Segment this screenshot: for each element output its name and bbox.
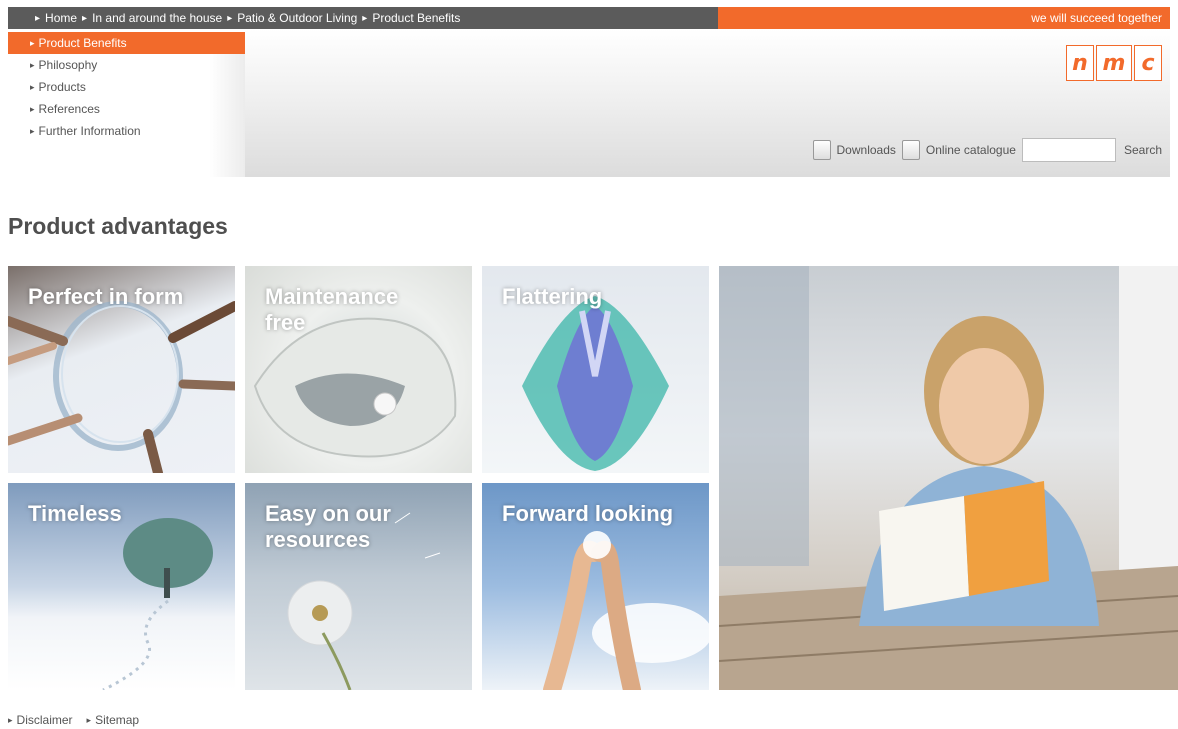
- menu-item-references[interactable]: ▸ References: [8, 98, 245, 120]
- chevron-right-icon: ▸: [30, 125, 35, 136]
- breadcrumb-home[interactable]: Home: [45, 11, 77, 25]
- tile-label: Easy on our resources: [265, 501, 391, 552]
- chevron-right-icon: ▸: [30, 37, 35, 48]
- chevron-right-icon: ▸: [362, 12, 368, 24]
- search-button[interactable]: Search: [1124, 143, 1162, 157]
- chevron-right-icon: ▸: [8, 714, 13, 725]
- slogan: we will succeed together: [718, 7, 1170, 29]
- chevron-right-icon: ▸: [86, 714, 92, 725]
- tile-easy-on-our-resources[interactable]: Easy on our resources: [245, 483, 472, 690]
- chevron-right-icon: ▸: [82, 12, 88, 24]
- breadcrumb-patio-outdoor-living[interactable]: Patio & Outdoor Living: [237, 11, 357, 25]
- tile-flattering[interactable]: Flattering: [482, 266, 709, 473]
- tile-perfect-in-form[interactable]: Perfect in form: [8, 266, 235, 473]
- header-tools: Downloads Online catalogue Search: [812, 138, 1162, 162]
- menu-item-label: Further Information: [38, 124, 141, 138]
- tile-label: Perfect in form: [28, 284, 184, 309]
- logo-letter: c: [1134, 45, 1162, 81]
- woman-reading-photo: [719, 266, 1178, 690]
- footer-link-disclaimer[interactable]: ▸ Disclaimer: [8, 713, 73, 727]
- chevron-right-icon: ▸: [35, 12, 41, 24]
- menu-item-label: Product Benefits: [38, 36, 127, 50]
- book-icon: [901, 140, 920, 160]
- online-catalogue-label: Online catalogue: [925, 143, 1016, 157]
- menu-item-product-benefits[interactable]: ▸ Product Benefits: [8, 32, 245, 54]
- top-bar: ▸ Home ▸ In and around the house ▸ Patio…: [8, 7, 1170, 29]
- menu-item-products[interactable]: ▸ Products: [8, 76, 245, 98]
- nmc-logo[interactable]: n m c: [1066, 45, 1162, 81]
- footer-link-sitemap[interactable]: ▸ Sitemap: [87, 713, 140, 727]
- woman-reading-image: [719, 266, 1178, 690]
- footer-link-label: Disclaimer: [16, 713, 73, 727]
- tile-label: Flattering: [502, 284, 603, 309]
- page-title: Product advantages: [8, 213, 228, 239]
- download-icon: [812, 140, 831, 160]
- header-panel: n m c Downloads Online catalogue Search: [245, 29, 1170, 177]
- menu-item-label: Products: [38, 80, 86, 94]
- side-menu: ▸ Product Benefits ▸ Philosophy ▸ Produc…: [8, 32, 245, 177]
- footer: ▸ Disclaimer ▸ Sitemap: [8, 713, 139, 727]
- logo-letter: m: [1096, 45, 1132, 81]
- footer-link-label: Sitemap: [95, 713, 140, 727]
- search-input[interactable]: [1021, 138, 1116, 162]
- online-catalogue-link[interactable]: Online catalogue: [901, 140, 1016, 160]
- menu-item-further-information[interactable]: ▸ Further Information: [8, 120, 245, 142]
- tile-label: Maintenance free: [265, 284, 399, 335]
- tile-label: Timeless: [28, 501, 122, 526]
- logo-letter: n: [1066, 45, 1094, 81]
- breadcrumb-product-benefits[interactable]: Product Benefits: [372, 11, 460, 25]
- chevron-right-icon: ▸: [30, 103, 35, 114]
- breadcrumb: ▸ Home ▸ In and around the house ▸ Patio…: [8, 7, 718, 29]
- tile-label: Forward looking: [502, 501, 674, 526]
- menu-item-label: References: [38, 102, 100, 116]
- downloads-link[interactable]: Downloads: [812, 140, 896, 160]
- tile-maintenance-free[interactable]: Maintenance free: [245, 266, 472, 473]
- chevron-right-icon: ▸: [227, 12, 233, 24]
- chevron-right-icon: ▸: [30, 81, 35, 92]
- downloads-label: Downloads: [836, 143, 896, 157]
- breadcrumb-in-and-around-the-house[interactable]: In and around the house: [92, 11, 222, 25]
- menu-item-label: Philosophy: [38, 58, 98, 72]
- menu-item-philosophy[interactable]: ▸ Philosophy: [8, 54, 245, 76]
- tile-forward-looking[interactable]: Forward looking: [482, 483, 709, 690]
- tile-timeless[interactable]: Timeless: [8, 483, 235, 690]
- chevron-right-icon: ▸: [30, 59, 35, 70]
